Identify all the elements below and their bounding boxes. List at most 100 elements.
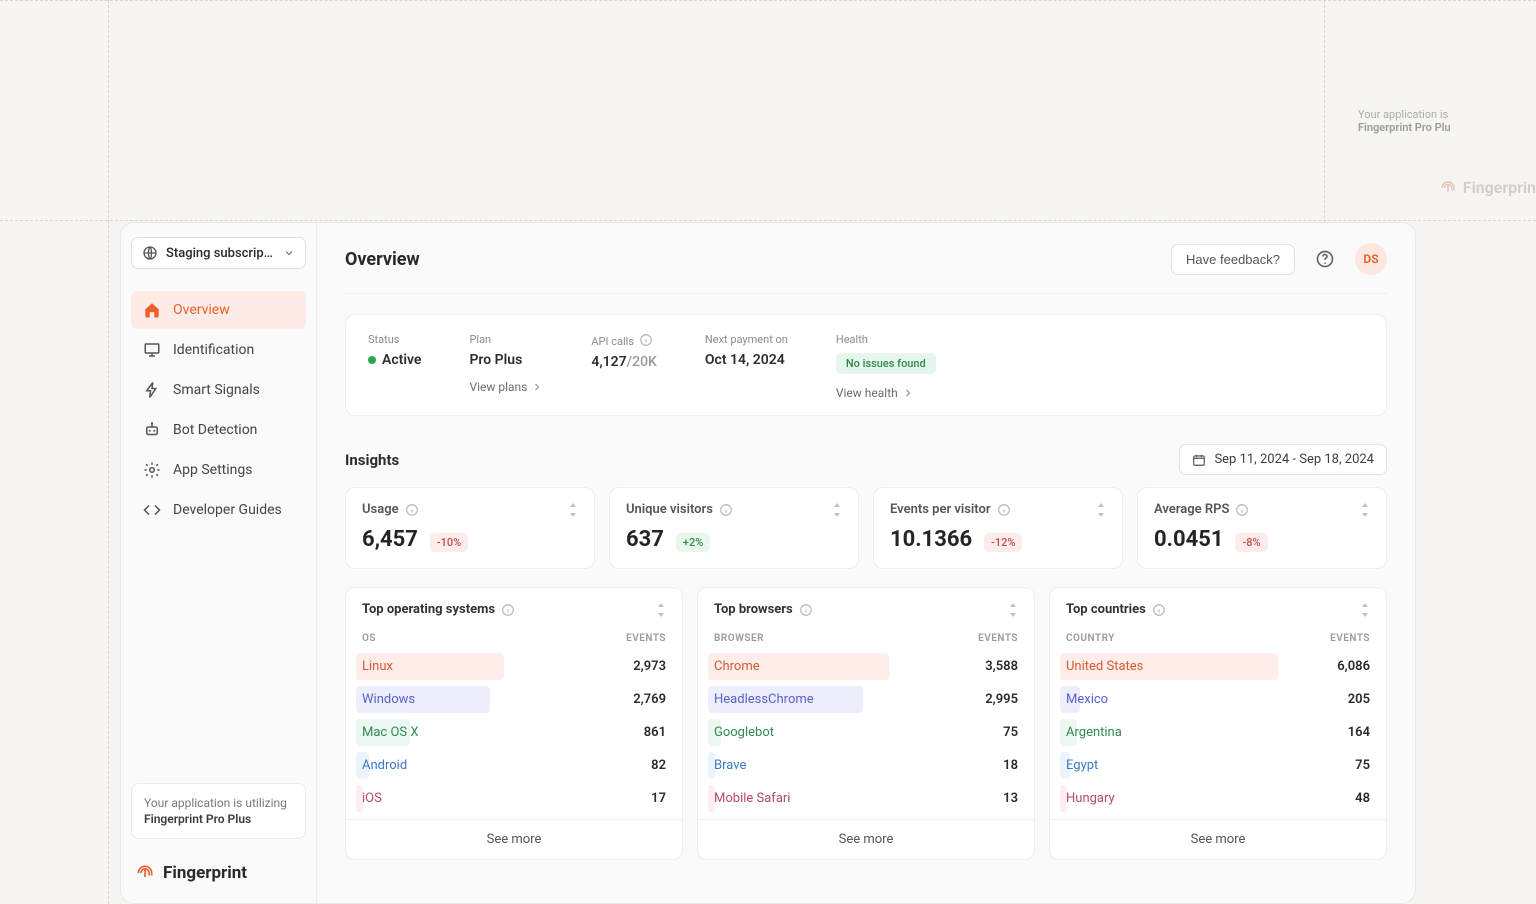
sort-toggle[interactable] — [1360, 603, 1370, 617]
table-row[interactable]: Windows 2,769 — [346, 683, 682, 716]
stat-label-text: API calls — [591, 335, 634, 348]
table-top-countries: Top countries COUNTRY EVENTS United Stat… — [1049, 587, 1387, 860]
fingerprint-icon — [1439, 179, 1457, 197]
table-row[interactable]: United States 6,086 — [1050, 650, 1386, 683]
sidebar-item-label: Identification — [173, 342, 254, 358]
see-more-button[interactable]: See more — [698, 819, 1034, 859]
info-icon — [639, 333, 653, 347]
robot-icon — [143, 421, 161, 439]
row-value: 205 — [1348, 692, 1370, 707]
row-value: 82 — [651, 758, 666, 773]
workspace-selector[interactable]: Staging subscriptio… — [131, 237, 306, 269]
stat-value: Pro Plus — [469, 352, 543, 368]
brand-text: Fingerprint — [163, 863, 247, 883]
chevron-right-icon — [531, 381, 543, 393]
table-row[interactable]: Mobile Safari 13 — [698, 782, 1034, 815]
table-columns: BROWSER EVENTS — [698, 625, 1034, 650]
info-icon — [1235, 503, 1249, 517]
sort-toggle[interactable] — [1096, 503, 1106, 517]
sidebar-item-bot-detection[interactable]: Bot Detection — [131, 411, 306, 449]
sidebar-item-overview[interactable]: Overview — [131, 291, 306, 329]
row-label: Argentina — [1066, 722, 1122, 743]
view-plans-link[interactable]: View plans — [469, 380, 543, 394]
table-row[interactable]: Mexico 205 — [1050, 683, 1386, 716]
globe-icon — [142, 245, 158, 261]
main: Overview Have feedback? DS Status Active… — [317, 223, 1415, 903]
col-label: EVENTS — [1330, 633, 1370, 644]
info-icon — [1152, 603, 1166, 617]
table-columns: OS EVENTS — [346, 625, 682, 650]
info-icon — [997, 503, 1011, 517]
sort-toggle[interactable] — [568, 503, 578, 517]
table-row[interactable]: Linux 2,973 — [346, 650, 682, 683]
metric-delta: -12% — [984, 533, 1022, 552]
plan-note: Your application is utilizing Fingerprin… — [131, 783, 306, 839]
sort-toggle[interactable] — [1008, 603, 1018, 617]
table-row[interactable]: Android 82 — [346, 749, 682, 782]
insights-title: Insights — [345, 451, 1179, 469]
api-limit: /20K — [627, 354, 657, 370]
row-label: Chrome — [714, 656, 760, 677]
info-icon — [719, 503, 733, 517]
sidebar-item-label: App Settings — [173, 462, 252, 478]
metric-value: 6,457 — [362, 527, 418, 552]
table-row[interactable]: Argentina 164 — [1050, 716, 1386, 749]
sidebar-footer: Your application is utilizing Fingerprin… — [131, 783, 306, 889]
row-value: 6,086 — [1337, 659, 1370, 674]
avatar[interactable]: DS — [1355, 243, 1387, 275]
sidebar-item-smart-signals[interactable]: Smart Signals — [131, 371, 306, 409]
table-row[interactable]: Brave 18 — [698, 749, 1034, 782]
table-top-browsers: Top browsers BROWSER EVENTS Chrome 3,588… — [697, 587, 1035, 860]
sidebar-item-app-settings[interactable]: App Settings — [131, 451, 306, 489]
topbar: Overview Have feedback? DS — [345, 237, 1387, 294]
col-label: BROWSER — [714, 633, 764, 644]
canvas-guide — [0, 0, 1536, 1]
sidebar-item-identification[interactable]: Identification — [131, 331, 306, 369]
metric-delta: -8% — [1235, 533, 1267, 552]
metric-card-usage: Usage 6,457 -10% — [345, 487, 595, 569]
table-row[interactable]: Chrome 3,588 — [698, 650, 1034, 683]
home-icon — [143, 301, 161, 319]
table-row[interactable]: iOS 17 — [346, 782, 682, 815]
row-label: Hungary — [1066, 788, 1115, 809]
table-row[interactable]: Mac OS X 861 — [346, 716, 682, 749]
canvas-guide — [108, 0, 109, 904]
sort-toggle[interactable] — [832, 503, 842, 517]
row-label: iOS — [362, 788, 382, 809]
brand: Fingerprint — [131, 863, 306, 889]
help-button[interactable] — [1309, 243, 1341, 275]
sidebar-item-label: Overview — [173, 302, 230, 318]
table-title: Top countries — [1066, 602, 1146, 617]
sidebar-item-label: Smart Signals — [173, 382, 260, 398]
calendar-icon — [1192, 453, 1206, 467]
date-range-picker[interactable]: Sep 11, 2024 - Sep 18, 2024 — [1179, 444, 1387, 475]
table-row[interactable]: Egypt 75 — [1050, 749, 1386, 782]
metric-delta: -10% — [430, 533, 468, 552]
sort-toggle[interactable] — [1360, 503, 1370, 517]
view-health-link[interactable]: View health — [836, 386, 914, 400]
ghost-brand-text: Fingerprin — [1463, 178, 1536, 197]
sidebar-item-label: Bot Detection — [173, 422, 257, 438]
feedback-button[interactable]: Have feedback? — [1171, 244, 1295, 275]
tables-row: Top operating systems OS EVENTS Linux 2,… — [345, 587, 1387, 860]
health-badge: No issues found — [836, 353, 936, 374]
help-icon — [1315, 249, 1335, 269]
row-label: HeadlessChrome — [714, 689, 814, 710]
col-label: COUNTRY — [1066, 633, 1115, 644]
stat-status: Status Active — [368, 333, 421, 401]
sort-toggle[interactable] — [656, 603, 666, 617]
metric-value: 10.1366 — [890, 527, 972, 552]
chevron-right-icon — [902, 387, 914, 399]
see-more-button[interactable]: See more — [346, 819, 682, 859]
stat-next-payment: Next payment on Oct 14, 2024 — [705, 333, 788, 401]
plan-note-line1: Your application is utilizing — [144, 796, 287, 810]
sidebar-item-developer-guides[interactable]: Developer Guides — [131, 491, 306, 529]
table-row[interactable]: HeadlessChrome 2,995 — [698, 683, 1034, 716]
metric-delta: +2% — [676, 533, 710, 552]
row-value: 75 — [1003, 725, 1018, 740]
table-title: Top browsers — [714, 602, 793, 617]
table-row[interactable]: Googlebot 75 — [698, 716, 1034, 749]
sidebar-nav: Overview Identification Smart Signals Bo… — [131, 291, 306, 529]
table-row[interactable]: Hungary 48 — [1050, 782, 1386, 815]
see-more-button[interactable]: See more — [1050, 819, 1386, 859]
